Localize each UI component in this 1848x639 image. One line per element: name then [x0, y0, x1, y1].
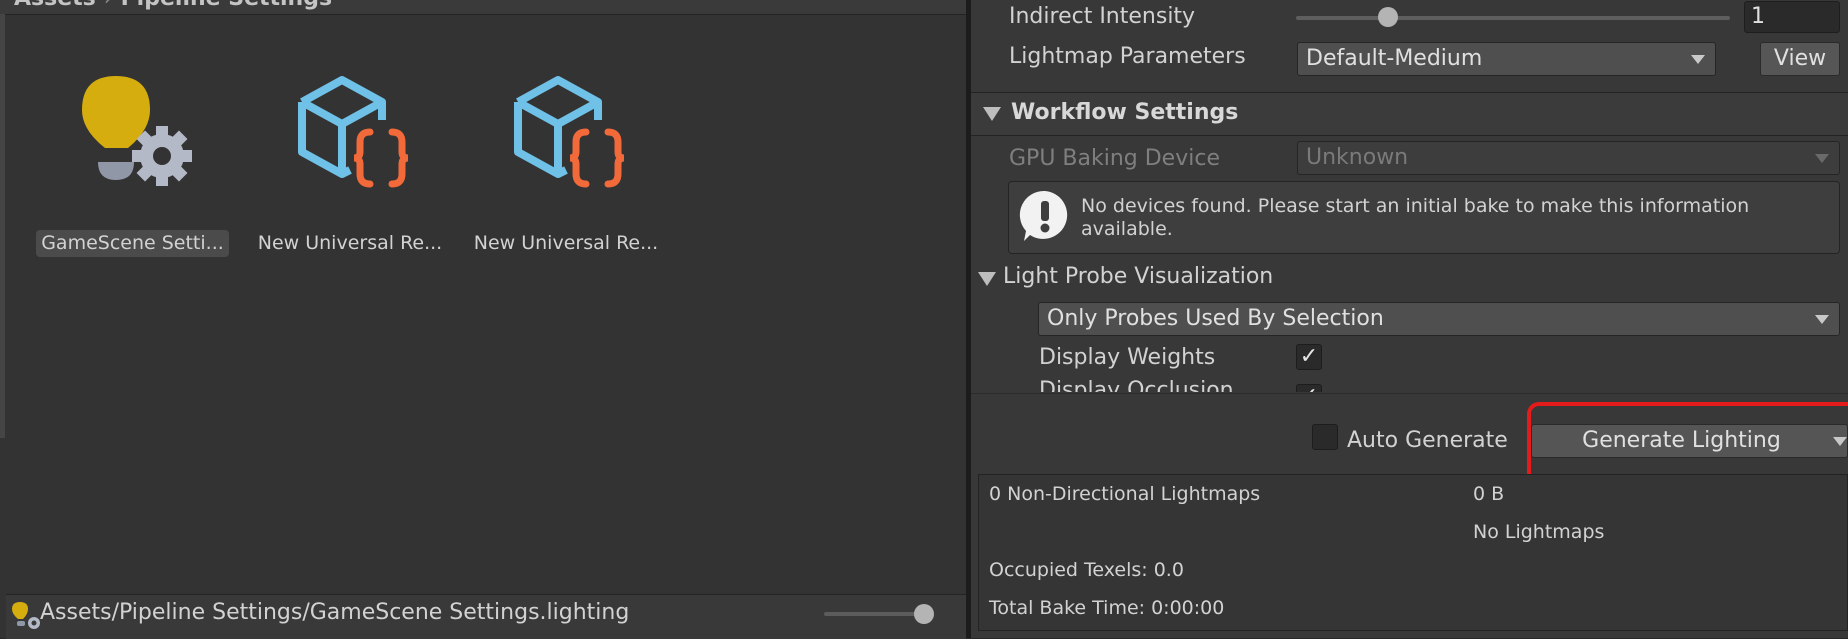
foldout-expanded-icon[interactable] [983, 107, 1001, 121]
indirect-intensity-label: Indirect Intensity [1009, 4, 1196, 29]
chevron-down-icon [1815, 315, 1829, 324]
lightmap-parameters-label: Lightmap Parameters [1009, 44, 1246, 69]
info-exclamation-icon [1018, 189, 1072, 243]
project-breadcrumb-bar: Assets › Pipeline Settings [0, 0, 966, 15]
no-lightmaps-text: No Lightmaps [1473, 521, 1605, 543]
display-occlusion-checkbox[interactable]: ✓ [1296, 384, 1322, 392]
breadcrumb: Assets › Pipeline Settings [14, 0, 332, 11]
indirect-intensity-slider-track[interactable] [1296, 16, 1730, 20]
asset-render-pipeline-2[interactable] [508, 72, 638, 192]
asset-label[interactable]: New Universal Re... [250, 230, 450, 257]
lightmap-size: 0 B [1473, 483, 1505, 505]
display-weights-checkbox[interactable]: ✓ [1296, 344, 1322, 370]
chevron-down-icon [1815, 154, 1829, 163]
render-pipeline-asset-icon [514, 76, 625, 188]
asset-lighting-settings[interactable] [70, 70, 200, 200]
view-button[interactable]: View [1760, 42, 1840, 76]
light-probe-visualization-title[interactable]: Light Probe Visualization [1003, 264, 1273, 289]
asset-render-pipeline-1[interactable] [292, 72, 422, 192]
auto-generate-checkbox[interactable] [1312, 424, 1338, 450]
auto-generate-label: Auto Generate [1347, 428, 1508, 453]
display-weights-label: Display Weights [1039, 345, 1216, 370]
info-message: No devices found. Please start an initia… [1081, 195, 1750, 240]
checkmark-icon: ✓ [1300, 384, 1318, 393]
separator [971, 393, 1848, 394]
separator [971, 135, 1848, 136]
display-occlusion-label: Display Occlusion [1039, 378, 1234, 392]
lighting-settings-icon [82, 76, 192, 186]
workflow-settings-title[interactable]: Workflow Settings [1011, 100, 1238, 125]
breadcrumb-item-assets[interactable]: Assets [14, 0, 96, 11]
lightmap-count: 0 Non-Directional Lightmaps [989, 483, 1261, 505]
occupied-texels: Occupied Texels: 0.0 [989, 559, 1184, 581]
icon-size-slider-thumb[interactable] [914, 604, 934, 624]
breadcrumb-separator-icon: › [104, 0, 113, 11]
selected-asset-path: Assets/Pipeline Settings/GameScene Setti… [40, 600, 630, 625]
lighting-settings-small-icon [10, 601, 42, 631]
indirect-intensity-field[interactable]: 1 [1744, 1, 1840, 33]
asset-label[interactable]: New Universal Re... [466, 230, 666, 257]
indirect-intensity-slider-thumb[interactable] [1378, 7, 1398, 27]
render-pipeline-asset-icon [298, 76, 409, 188]
lightmap-parameters-value: Default-Medium [1306, 46, 1483, 71]
light-probe-mode-value: Only Probes Used By Selection [1047, 306, 1384, 331]
light-probe-mode-dropdown[interactable]: Only Probes Used By Selection [1038, 302, 1840, 336]
gpu-baking-device-label: GPU Baking Device [1009, 146, 1220, 171]
display-occlusion-row-clipped: Display Occlusion ✓ [1030, 378, 1330, 392]
gpu-baking-device-dropdown: Unknown [1297, 141, 1840, 175]
breadcrumb-item-pipeline-settings[interactable]: Pipeline Settings [121, 0, 333, 11]
total-bake-time: Total Bake Time: 0:00:00 [989, 597, 1225, 619]
lightmap-parameters-dropdown[interactable]: Default-Medium [1297, 42, 1716, 76]
chevron-down-icon [1691, 55, 1705, 64]
icon-size-slider-track[interactable] [824, 612, 924, 616]
checkmark-icon: ✓ [1299, 344, 1319, 369]
asset-label[interactable]: GameScene Setti... [36, 230, 229, 257]
foldout-expanded-icon[interactable] [978, 272, 996, 286]
panel-edge [0, 14, 5, 438]
gpu-baking-device-value: Unknown [1306, 145, 1409, 170]
